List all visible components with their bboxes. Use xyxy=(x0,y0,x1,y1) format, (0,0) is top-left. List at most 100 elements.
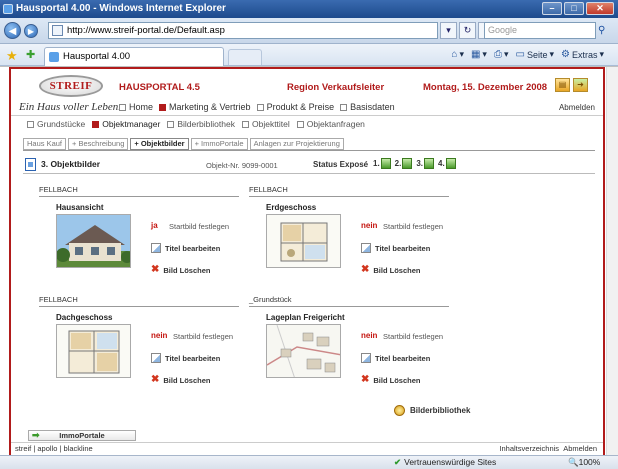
clipboard-icon[interactable]: ▤ xyxy=(555,78,570,92)
maximize-button[interactable]: □ xyxy=(564,2,584,15)
expose-3[interactable]: 3. xyxy=(416,158,435,169)
subnav-label: Grundstücke xyxy=(37,119,86,129)
edit-title-button[interactable]: Titel bearbeiten xyxy=(361,243,430,253)
edit-icon xyxy=(151,353,161,363)
footer-logout-link[interactable]: Abmelden xyxy=(563,444,597,453)
startbild-link[interactable]: Startbild festlegen xyxy=(173,332,233,341)
startbild-link[interactable]: Startbild festlegen xyxy=(169,222,229,231)
floorplan-thumbnail[interactable] xyxy=(56,324,131,378)
footer-index-link[interactable]: Inhaltsverzeichnis xyxy=(499,444,559,453)
card-group: _Grundstück xyxy=(249,295,292,304)
checkbox-icon xyxy=(256,103,264,111)
card-title: Hausansicht xyxy=(56,203,104,212)
image-card: FELLBACH Hausansicht ja Startbild festle… xyxy=(39,185,249,289)
ie-icon xyxy=(3,4,13,14)
delete-image-button[interactable]: ✖ Bild Löschen xyxy=(361,265,420,275)
subnav-objektanfragen[interactable]: Objektanfragen xyxy=(296,119,365,129)
site-plan-thumbnail[interactable] xyxy=(266,324,341,378)
expose-4[interactable]: 4. xyxy=(438,158,456,169)
new-tab-button[interactable] xyxy=(228,49,262,65)
refresh-icon[interactable]: ↻ xyxy=(459,22,476,39)
extras-menu[interactable]: ⚙ Extras ▾ xyxy=(561,49,604,60)
card-group-line xyxy=(249,196,449,197)
delete-image-button[interactable]: ✖ Bild Löschen xyxy=(151,375,210,385)
card-title: Lageplan Freigericht xyxy=(266,313,345,322)
print-button[interactable]: ⎙ ▾ xyxy=(494,49,509,60)
checkbox-icon xyxy=(119,103,126,111)
edit-icon xyxy=(151,243,161,253)
tab-beschreibung[interactable]: + Beschreibung xyxy=(68,138,129,150)
zoom-level[interactable]: 🔍100% xyxy=(568,456,600,469)
bilderbibliothek-link[interactable]: Bilderbibliothek xyxy=(394,405,470,416)
tab-objektbilder[interactable]: + Objektbilder xyxy=(130,138,189,150)
startbild-link[interactable]: Startbild festlegen xyxy=(383,222,443,231)
forward-button[interactable]: ▶ xyxy=(24,24,38,38)
tab-haus-kauf[interactable]: Haus Kauf xyxy=(23,138,67,150)
delete-image-button[interactable]: ✖ Bild Löschen xyxy=(151,265,210,275)
startbild-status: nein xyxy=(151,331,168,340)
close-button[interactable]: ✕ xyxy=(586,2,614,15)
checkbox-active-icon xyxy=(92,120,100,128)
subnav-grundstuecke[interactable]: Grundstücke xyxy=(27,119,85,129)
security-zone[interactable]: ✔ Vertrauenswürdige Sites xyxy=(394,456,496,469)
tab-immoportale[interactable]: + ImmoPortale xyxy=(190,138,248,150)
library-icon xyxy=(394,405,405,416)
checkbox-icon xyxy=(167,120,175,128)
expose-2[interactable]: 2. xyxy=(395,158,413,169)
immoportale-label: ImmoPortale xyxy=(59,431,105,440)
subnav-label: Objektanfragen xyxy=(306,119,365,129)
feeds-button[interactable]: ▦ ▾ xyxy=(471,49,487,60)
expose-1[interactable]: 1. xyxy=(373,158,391,169)
page-viewport: STREIF Ein Haus voller Leben. HAUSPORTAL… xyxy=(0,66,618,456)
nav-marketing[interactable]: Marketing & Vertrieb xyxy=(159,102,251,112)
home-button[interactable]: ⌂ ▾ xyxy=(451,49,464,60)
nav-produkt[interactable]: Produkt & Preise xyxy=(256,102,334,112)
extras-menu-label: Extras xyxy=(571,49,598,60)
object-tabs: Haus Kauf + Beschreibung + Objektbilder … xyxy=(23,138,344,150)
card-group-line xyxy=(39,196,239,197)
nav-basisdaten[interactable]: Basisdaten xyxy=(340,102,395,112)
objekt-nr-label: Objekt-Nr. xyxy=(206,161,240,170)
section-divider xyxy=(23,173,595,174)
back-button[interactable]: ◀ xyxy=(4,22,21,39)
house-photo-thumbnail[interactable] xyxy=(56,214,131,268)
objekt-nr: Objekt-Nr. 9099-0001 xyxy=(206,161,278,170)
vertical-scrollbar[interactable] xyxy=(606,67,618,456)
startbild-status: nein xyxy=(361,221,378,230)
immoportale-button[interactable]: ➡ ImmoPortale xyxy=(28,430,136,441)
search-input[interactable]: Google xyxy=(484,22,596,39)
checkbox-active-icon xyxy=(159,103,167,111)
edit-title-label: Titel bearbeiten xyxy=(165,353,221,363)
export-icon[interactable]: ➜ xyxy=(573,78,588,92)
delete-icon: ✖ xyxy=(361,374,370,385)
card-group: FELLBACH xyxy=(39,295,78,304)
expose-num: 3. xyxy=(416,159,424,168)
add-favorites-icon[interactable]: ✚ xyxy=(26,48,35,61)
subnav-objektmanager[interactable]: Objektmanager xyxy=(92,119,160,129)
delete-image-button[interactable]: ✖ Bild Löschen xyxy=(361,375,420,385)
edit-title-button[interactable]: Titel bearbeiten xyxy=(151,353,220,363)
startbild-link[interactable]: Startbild festlegen xyxy=(383,332,443,341)
address-field[interactable]: http://www.streif-portal.de/Default.asp xyxy=(48,22,438,39)
home-icon: ⌂ xyxy=(451,49,458,60)
edit-title-button[interactable]: Titel bearbeiten xyxy=(151,243,220,253)
search-icon[interactable]: ⚲ xyxy=(598,22,615,39)
subnav-bilderbibliothek[interactable]: Bilderbibliothek xyxy=(167,119,235,129)
nav-home[interactable]: Home xyxy=(119,102,153,112)
tab-anlagen[interactable]: Anlagen zur Projektierung xyxy=(249,138,344,150)
address-dropdown-button[interactable]: ▾ xyxy=(440,22,457,39)
tab-underline xyxy=(23,150,595,151)
logout-link-top[interactable]: Abmelden xyxy=(559,103,595,112)
subnav-objekttitel[interactable]: Objekttitel xyxy=(241,119,290,129)
browser-tab[interactable]: Hausportal 4.00 xyxy=(44,47,224,66)
minimize-button[interactable]: – xyxy=(542,2,562,15)
footer-brands[interactable]: streif | apollo | blackline xyxy=(15,443,93,455)
favorites-star-icon[interactable]: ★ xyxy=(6,48,18,64)
edit-title-button[interactable]: Titel bearbeiten xyxy=(361,353,430,363)
delete-label: Bild Löschen xyxy=(373,265,421,275)
page-menu[interactable]: ▭ Seite ▾ xyxy=(515,49,554,60)
delete-icon: ✖ xyxy=(361,264,370,275)
floorplan-thumbnail[interactable] xyxy=(266,214,341,268)
feeds-icon: ▦ xyxy=(470,49,481,60)
streif-logo[interactable]: STREIF xyxy=(39,75,103,97)
